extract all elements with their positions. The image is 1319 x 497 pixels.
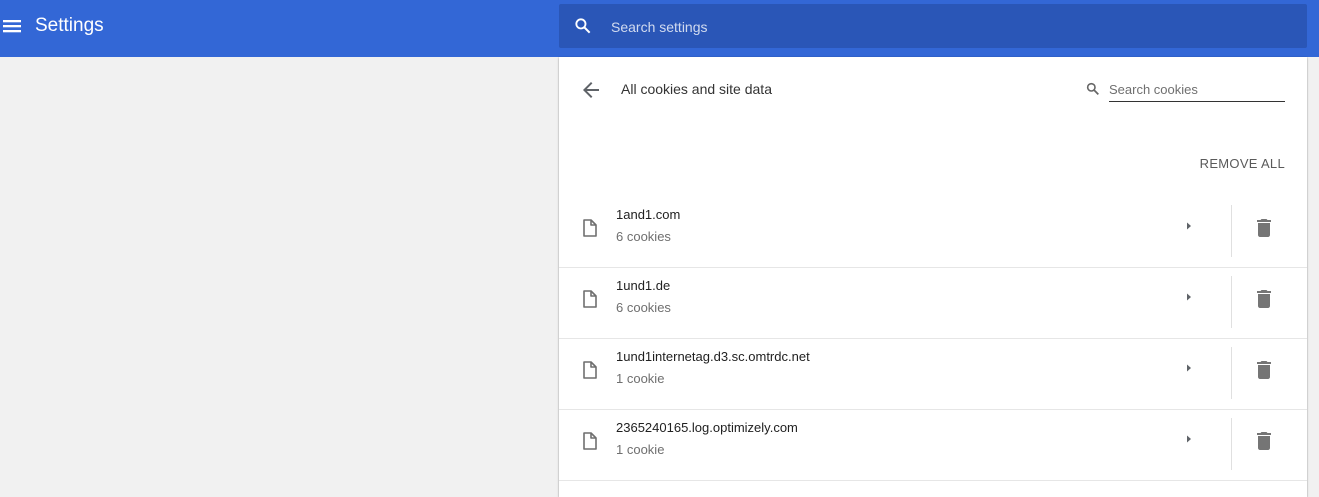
cookies-panel: All cookies and site data REMOVE ALL 1an… [559,57,1307,497]
file-icon [581,431,599,451]
settings-search-box[interactable] [559,4,1307,50]
cookie-search-input[interactable] [1109,77,1285,102]
cookie-count: 6 cookies [616,300,671,315]
site-name: 1und1.de [616,278,671,293]
chevron-right-icon[interactable] [1182,219,1196,233]
search-icon [1085,81,1101,97]
cookie-site-list: 1and1.com 6 cookies 1und1.de 6 cookies 1… [559,197,1307,481]
chevron-right-icon[interactable] [1182,361,1196,375]
delete-icon[interactable] [1252,287,1276,311]
divider [1231,205,1232,257]
chevron-right-icon[interactable] [1182,432,1196,446]
divider [1231,418,1232,470]
site-name: 2365240165.log.optimizely.com [616,420,798,435]
file-icon [581,218,599,238]
cookie-count: 1 cookie [616,371,665,386]
delete-icon[interactable] [1252,216,1276,240]
site-name: 1und1internetag.d3.sc.omtrdc.net [616,349,810,364]
divider [1231,276,1232,328]
site-row[interactable]: 2365240165.log.optimizely.com 1 cookie [559,410,1307,481]
delete-icon[interactable] [1252,358,1276,382]
hamburger-menu-icon[interactable] [0,14,24,38]
site-row[interactable]: 1und1.de 6 cookies [559,268,1307,339]
file-icon [581,289,599,309]
search-icon [573,16,593,36]
cookie-count: 1 cookie [616,442,665,457]
divider [1231,347,1232,399]
site-name: 1and1.com [616,207,681,222]
site-row[interactable]: 1and1.com 6 cookies [559,197,1307,268]
remove-all-button[interactable]: REMOVE ALL [1200,155,1285,173]
top-app-bar: Settings [0,0,1319,57]
cookie-count: 6 cookies [616,229,671,244]
app-title: Settings [35,15,104,36]
arrow-back-icon[interactable] [579,78,603,102]
page-title: All cookies and site data [621,81,772,97]
cookie-search[interactable] [1085,77,1285,103]
delete-icon[interactable] [1252,429,1276,453]
site-row[interactable]: 1und1internetag.d3.sc.omtrdc.net 1 cooki… [559,339,1307,410]
file-icon [581,360,599,380]
chevron-right-icon[interactable] [1182,290,1196,304]
settings-search-input[interactable] [609,4,1293,50]
